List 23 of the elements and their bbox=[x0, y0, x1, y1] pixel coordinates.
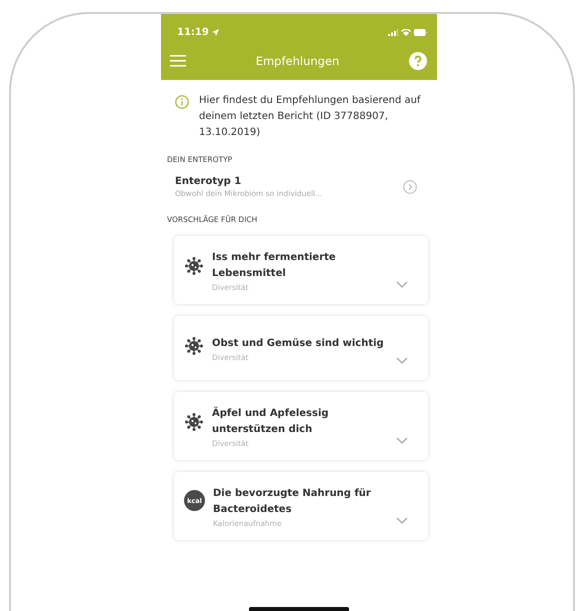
menu-icon[interactable] bbox=[170, 55, 186, 67]
signal-icon bbox=[388, 28, 398, 36]
help-icon[interactable] bbox=[409, 52, 427, 70]
recommendation-title: Iss mehr fermentierte Lebensmittel bbox=[212, 251, 337, 281]
wifi-icon bbox=[401, 28, 411, 36]
info-text: Hier findest du Empfehlungen basierend auf deinem letzten Bericht (ID 37788907, 13.10.2019) bbox=[199, 94, 422, 140]
germ-icon bbox=[184, 412, 204, 432]
chevron-right-circle-icon bbox=[403, 180, 417, 194]
battery-icon bbox=[414, 28, 427, 36]
chevron-down-icon[interactable] bbox=[396, 437, 408, 444]
enterotype-title: Enterotyp 1 bbox=[175, 176, 242, 187]
location-arrow-icon bbox=[212, 28, 219, 36]
chevron-down-icon[interactable] bbox=[396, 517, 408, 524]
status-time: 11:19 bbox=[177, 26, 209, 38]
recommendation-title: Äpfel und Apfelessig unterstützen dich bbox=[212, 406, 330, 437]
germ-icon bbox=[184, 256, 204, 276]
screen-title: Empfehlungen bbox=[254, 54, 340, 68]
germ-icon bbox=[184, 336, 204, 356]
chevron-down-icon[interactable] bbox=[396, 281, 408, 288]
recommendation-title: Obst und Gemüse sind wichtig bbox=[212, 337, 385, 351]
chevron-down-icon[interactable] bbox=[396, 357, 408, 364]
info-icon bbox=[175, 95, 189, 109]
recommendation-title: Die bevorzugte Nahrung für Bacteroidetes bbox=[213, 487, 372, 517]
